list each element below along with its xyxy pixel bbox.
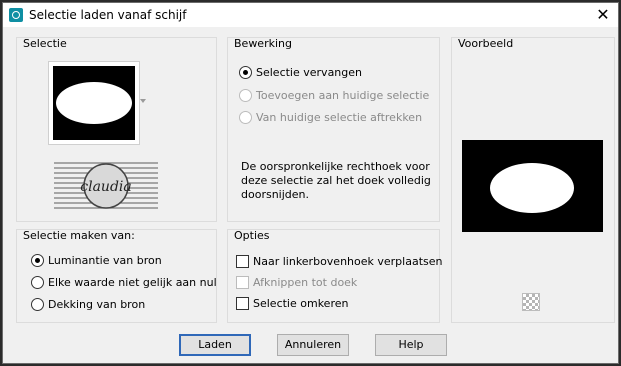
app-icon xyxy=(9,8,23,22)
checkbox-box xyxy=(236,297,249,310)
help-button[interactable]: Help xyxy=(375,334,447,356)
radio-nonzero[interactable]: Elke waarde niet gelijk aan nul xyxy=(31,276,217,289)
radio-dot xyxy=(31,254,44,267)
opties-label: Opties xyxy=(234,229,270,242)
cancel-button[interactable]: Annuleren xyxy=(277,334,349,356)
checkbox-label: Selectie omkeren xyxy=(253,297,349,310)
selectie-label: Selectie xyxy=(23,37,67,50)
radio-dot xyxy=(31,298,44,311)
radio-opacity[interactable]: Dekking van bron xyxy=(31,298,145,311)
radio-dot xyxy=(239,89,252,102)
watermark-text: claudia xyxy=(80,179,131,195)
radio-replace-selection[interactable]: Selectie vervangen xyxy=(239,66,362,79)
checkbox-label: Afknippen tot doek xyxy=(253,276,358,289)
radio-label: Elke waarde niet gelijk aan nul xyxy=(48,276,217,289)
watermark-image: claudia xyxy=(54,160,158,211)
dialog-window: Selectie laden vanaf schijf ✕ Selectie c… xyxy=(2,2,619,364)
selection-thumbnail xyxy=(53,66,135,140)
radio-dot xyxy=(31,276,44,289)
bewerking-label: Bewerking xyxy=(234,37,292,50)
chevron-down-icon[interactable] xyxy=(140,99,146,103)
radio-dot xyxy=(239,66,252,79)
checkbox-clip-to-canvas[interactable]: Afknippen tot doek xyxy=(236,276,357,289)
radio-label: Toevoegen aan huidige selectie xyxy=(256,89,430,102)
checkbox-invert-selection[interactable]: Selectie omkeren xyxy=(236,297,348,310)
radio-label: Selectie vervangen xyxy=(256,66,362,79)
close-button[interactable]: ✕ xyxy=(594,6,612,24)
checkbox-box xyxy=(236,276,249,289)
bewerking-description: De oorspronkelijke rechthoek voor deze s… xyxy=(241,160,431,201)
preview-image xyxy=(462,140,603,232)
window-title: Selectie laden vanaf schijf xyxy=(29,8,187,22)
radio-luminance[interactable]: Luminantie van bron xyxy=(31,254,162,267)
checkbox-box xyxy=(236,255,249,268)
maken-van-label: Selectie maken van: xyxy=(23,229,135,242)
radio-dot xyxy=(239,111,252,124)
radio-label: Luminantie van bron xyxy=(48,254,162,267)
load-button[interactable]: Laden xyxy=(179,334,251,356)
checkbox-label: Naar linkerbovenhoek verplaatsen xyxy=(253,255,443,268)
voorbeeld-label: Voorbeeld xyxy=(458,37,514,50)
selection-thumbnail-dropdown[interactable] xyxy=(48,61,140,145)
radio-subtract-selection[interactable]: Van huidige selectie aftrekken xyxy=(239,111,422,124)
radio-label: Van huidige selectie aftrekken xyxy=(256,111,423,124)
radio-label: Dekking van bron xyxy=(48,298,146,311)
transparency-icon[interactable] xyxy=(522,293,540,311)
radio-add-to-selection[interactable]: Toevoegen aan huidige selectie xyxy=(239,89,429,102)
checkbox-move-top-left[interactable]: Naar linkerbovenhoek verplaatsen xyxy=(236,255,442,268)
title-bar: Selectie laden vanaf schijf ✕ xyxy=(3,3,618,27)
